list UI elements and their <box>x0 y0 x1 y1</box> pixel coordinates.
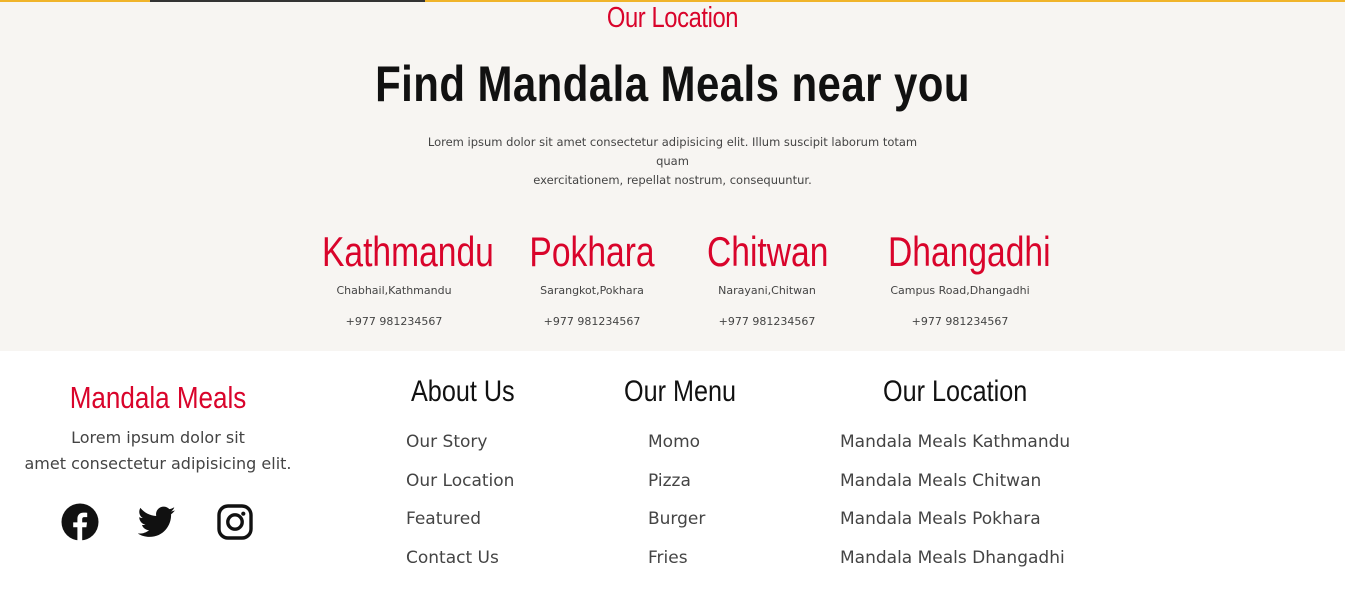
intro-line: exercitationem, repellat nostrum, conseq… <box>533 173 812 187</box>
instagram-icon[interactable] <box>216 503 254 541</box>
city-name: Kathmandu <box>322 228 494 275</box>
city-address: Sarangkot,Pokhara <box>540 284 644 297</box>
city-address: Chabhail,Kathmandu <box>336 284 452 297</box>
footer-brand: Mandala Meals Lorem ipsum dolor sit amet… <box>10 380 306 477</box>
city-card-kathmandu: Kathmandu Chabhail,Kathmandu +977 981234… <box>304 228 494 328</box>
city-name: Chitwan <box>707 228 829 275</box>
footer-link-dhangadhi[interactable]: Mandala Meals Dhangadhi <box>840 539 1070 578</box>
footer-column-locations: Our Location Mandala Meals Kathmandu Man… <box>840 375 1070 577</box>
city-address: Narayani,Chitwan <box>718 284 816 297</box>
footer-link-featured[interactable]: Featured <box>406 500 534 539</box>
footer-link-our-location[interactable]: Our Location <box>406 462 534 501</box>
column-title: About Us <box>411 375 515 408</box>
city-card-chitwan: Chitwan Narayani,Chitwan +977 981234567 <box>692 228 842 328</box>
footer-link-momo[interactable]: Momo <box>648 423 757 462</box>
footer-link-chitwan[interactable]: Mandala Meals Chitwan <box>840 462 1070 501</box>
brand-name[interactable]: Mandala Meals <box>34 380 283 416</box>
city-name: Pokhara <box>529 228 655 275</box>
footer-link-burger[interactable]: Burger <box>648 500 757 539</box>
facebook-icon[interactable] <box>61 503 99 541</box>
footer-link-pokhara[interactable]: Mandala Meals Pokhara <box>840 500 1070 539</box>
footer-column-about: About Us Our Story Our Location Featured… <box>406 375 534 577</box>
intro-line: Lorem ipsum dolor sit amet consectetur a… <box>427 135 918 168</box>
column-links: Momo Pizza Burger Fries <box>648 423 757 577</box>
section-heading: Find Mandala Meals near you <box>375 56 970 112</box>
footer-link-contact-us[interactable]: Contact Us <box>406 539 534 578</box>
column-title: Our Location <box>883 375 1028 408</box>
city-phone: +977 981234567 <box>911 315 1009 328</box>
tagline-line: amet consectetur adipisicing elit. <box>24 454 292 473</box>
twitter-icon[interactable] <box>137 503 176 541</box>
city-phone: +977 981234567 <box>718 315 816 328</box>
top-border-segment <box>150 0 425 2</box>
city-phone: +977 981234567 <box>543 315 641 328</box>
column-links: Our Story Our Location Featured Contact … <box>406 423 534 577</box>
city-name: Dhangadhi <box>888 228 1051 275</box>
column-links: Mandala Meals Kathmandu Mandala Meals Ch… <box>840 423 1070 577</box>
column-title: Our Menu <box>624 375 737 408</box>
footer-column-menu: Our Menu Momo Pizza Burger Fries <box>624 375 757 577</box>
footer-link-pizza[interactable]: Pizza <box>648 462 757 501</box>
location-section: Our Location Find Mandala Meals near you… <box>0 0 1345 351</box>
footer-link-fries[interactable]: Fries <box>648 539 757 578</box>
section-intro: Lorem ipsum dolor sit amet consectetur a… <box>420 133 925 190</box>
brand-tagline: Lorem ipsum dolor sit amet consectetur a… <box>10 425 306 477</box>
city-card-pokhara: Pokhara Sarangkot,Pokhara +977 981234567 <box>512 228 672 328</box>
city-card-dhangadhi: Dhangadhi Campus Road,Dhangadhi +977 981… <box>870 228 1051 328</box>
city-phone: +977 981234567 <box>345 315 443 328</box>
footer-link-kathmandu[interactable]: Mandala Meals Kathmandu <box>840 423 1070 462</box>
tagline-line: Lorem ipsum dolor sit <box>71 428 245 447</box>
social-links <box>61 503 261 543</box>
section-eyebrow: Our Location <box>606 2 739 34</box>
footer-link-our-story[interactable]: Our Story <box>406 423 534 462</box>
city-address: Campus Road,Dhangadhi <box>890 284 1030 297</box>
